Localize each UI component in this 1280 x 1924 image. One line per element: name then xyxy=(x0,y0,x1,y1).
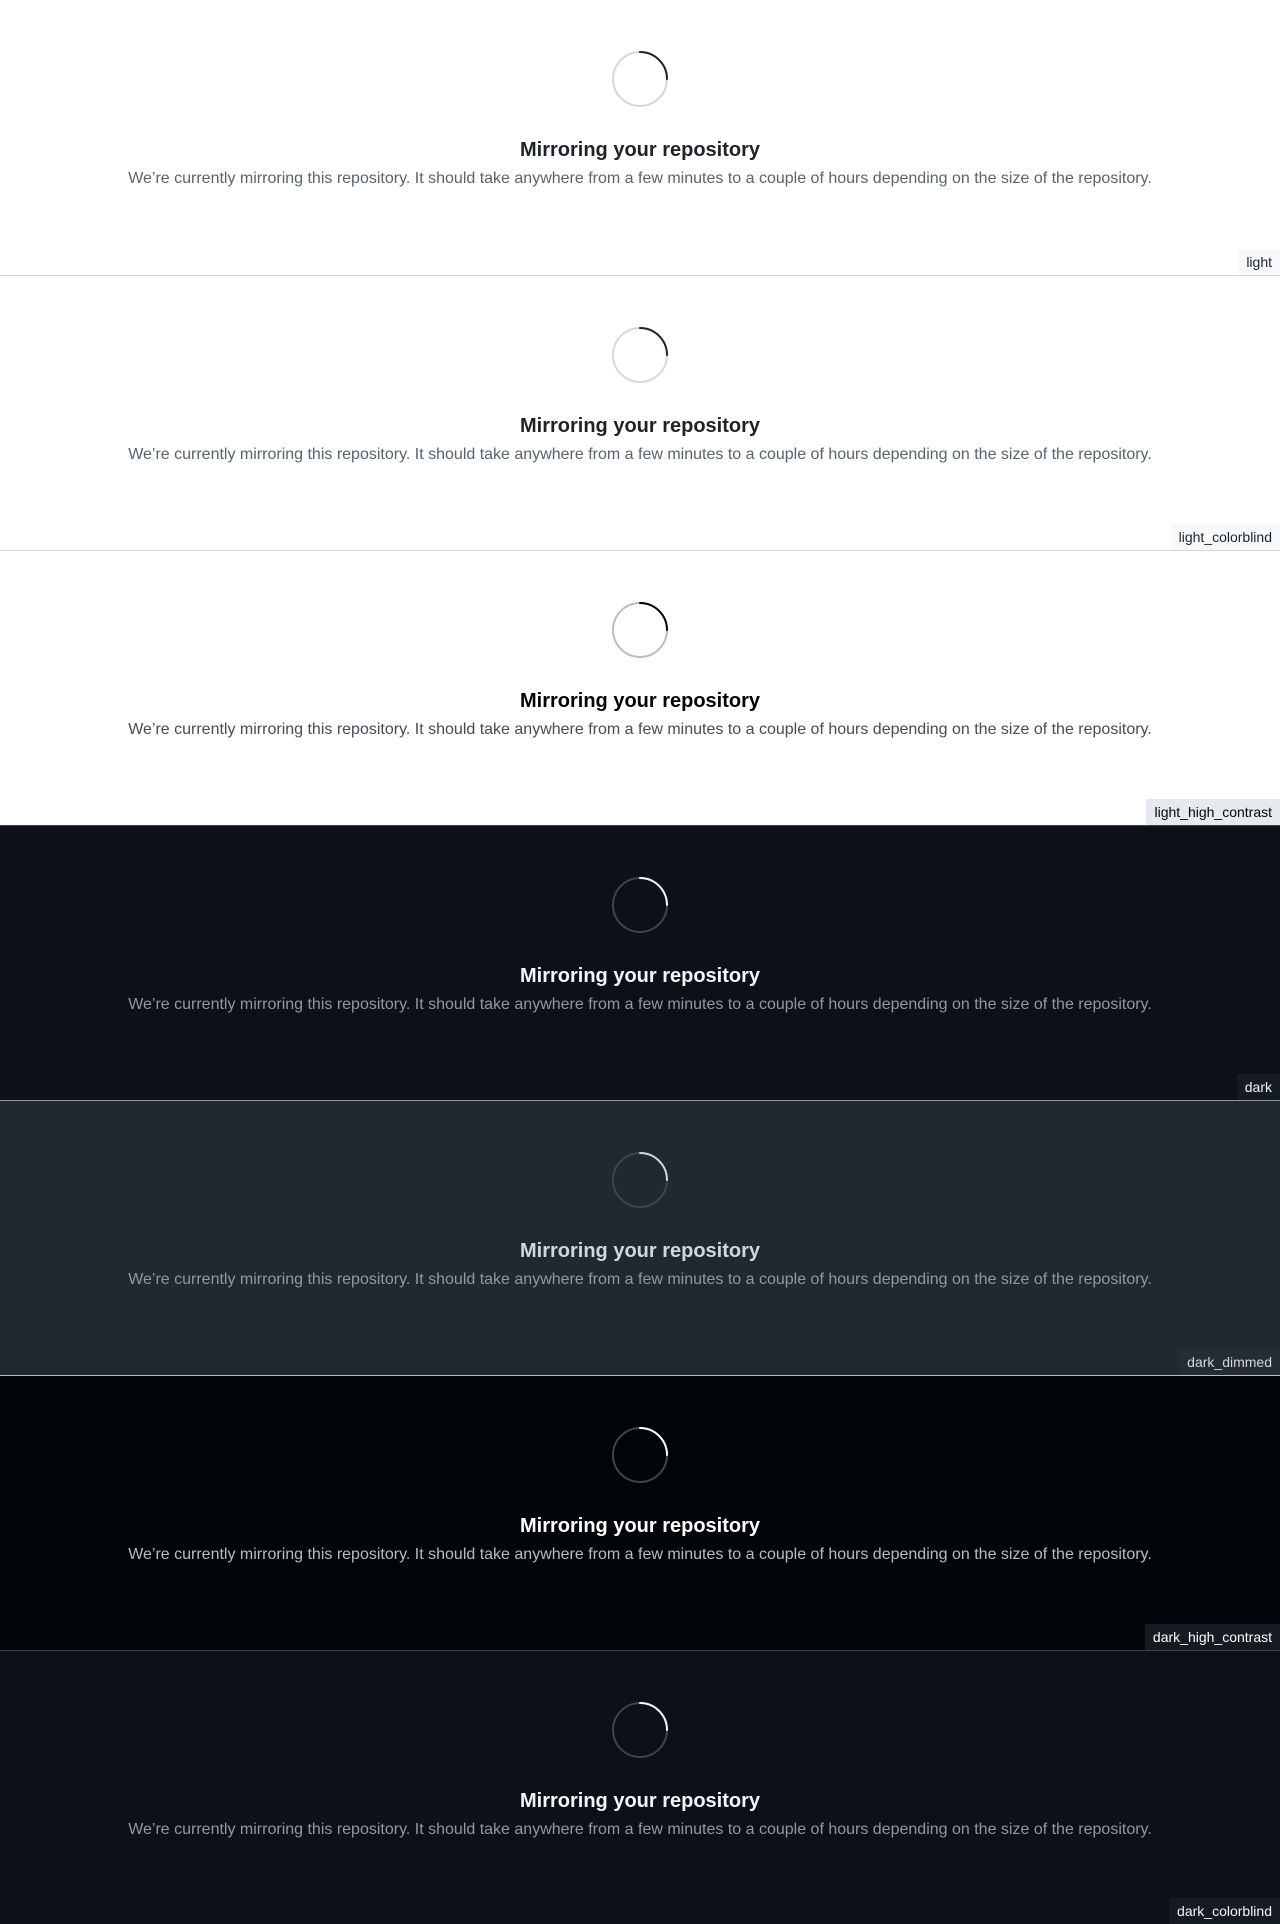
mirroring-description: We’re currently mirroring this repositor… xyxy=(128,996,1152,1013)
mirroring-description: We’re currently mirroring this repositor… xyxy=(128,1271,1152,1288)
spinner-icon xyxy=(612,1702,668,1758)
spinner-icon xyxy=(612,1152,668,1208)
spinner-icon xyxy=(612,877,668,933)
spinner-icon xyxy=(612,602,668,658)
theme-panel-dark-high-contrast: Mirroring your repository We’re currentl… xyxy=(0,1375,1280,1650)
mirroring-description: We’re currently mirroring this repositor… xyxy=(128,721,1152,738)
theme-label: dark_dimmed xyxy=(1179,1349,1280,1375)
mirroring-blankslate: Mirroring your repository We’re currentl… xyxy=(0,1651,1280,1842)
theme-panel-dark: Mirroring your repository We’re currentl… xyxy=(0,825,1280,1100)
mirroring-description: We’re currently mirroring this repositor… xyxy=(128,1546,1152,1563)
theme-panel-light: Mirroring your repository We’re currentl… xyxy=(0,0,1280,275)
theme-label: dark_high_contrast xyxy=(1144,1624,1280,1650)
mirroring-blankslate: Mirroring your repository We’re currentl… xyxy=(0,0,1280,191)
mirroring-blankslate: Mirroring your repository We’re currentl… xyxy=(0,1376,1280,1567)
spinner-icon xyxy=(612,327,668,383)
mirroring-blankslate: Mirroring your repository We’re currentl… xyxy=(0,1101,1280,1292)
spinner-icon xyxy=(612,51,668,107)
page-title: Mirroring your repository xyxy=(519,1790,761,1812)
theme-label: dark_colorblind xyxy=(1169,1898,1280,1924)
mirroring-blankslate: Mirroring your repository We’re currentl… xyxy=(0,276,1280,467)
spinner-icon xyxy=(612,1427,668,1483)
theme-label: light xyxy=(1238,249,1280,275)
mirroring-description: We’re currently mirroring this repositor… xyxy=(128,1821,1152,1838)
theme-label: light_high_contrast xyxy=(1146,799,1280,825)
theme-label: light_colorblind xyxy=(1170,524,1280,550)
page-title: Mirroring your repository xyxy=(519,690,761,712)
page-title: Mirroring your repository xyxy=(519,965,761,987)
theme-panel-dark-dimmed: Mirroring your repository We’re currentl… xyxy=(0,1100,1280,1375)
mirroring-blankslate: Mirroring your repository We’re currentl… xyxy=(0,551,1280,742)
page-title: Mirroring your repository xyxy=(519,1240,761,1262)
mirroring-blankslate: Mirroring your repository We’re currentl… xyxy=(0,826,1280,1017)
page-title: Mirroring your repository xyxy=(519,139,761,161)
theme-panel-light-colorblind: Mirroring your repository We’re currentl… xyxy=(0,275,1280,550)
theme-label: dark xyxy=(1236,1074,1280,1100)
page-title: Mirroring your repository xyxy=(519,1515,761,1537)
theme-panel-light-high-contrast: Mirroring your repository We’re currentl… xyxy=(0,550,1280,825)
mirroring-description: We’re currently mirroring this repositor… xyxy=(128,170,1152,187)
theme-preview-stack: Mirroring your repository We’re currentl… xyxy=(0,0,1280,1924)
theme-panel-dark-colorblind: Mirroring your repository We’re currentl… xyxy=(0,1650,1280,1924)
page-title: Mirroring your repository xyxy=(519,415,761,437)
mirroring-description: We’re currently mirroring this repositor… xyxy=(128,446,1152,463)
